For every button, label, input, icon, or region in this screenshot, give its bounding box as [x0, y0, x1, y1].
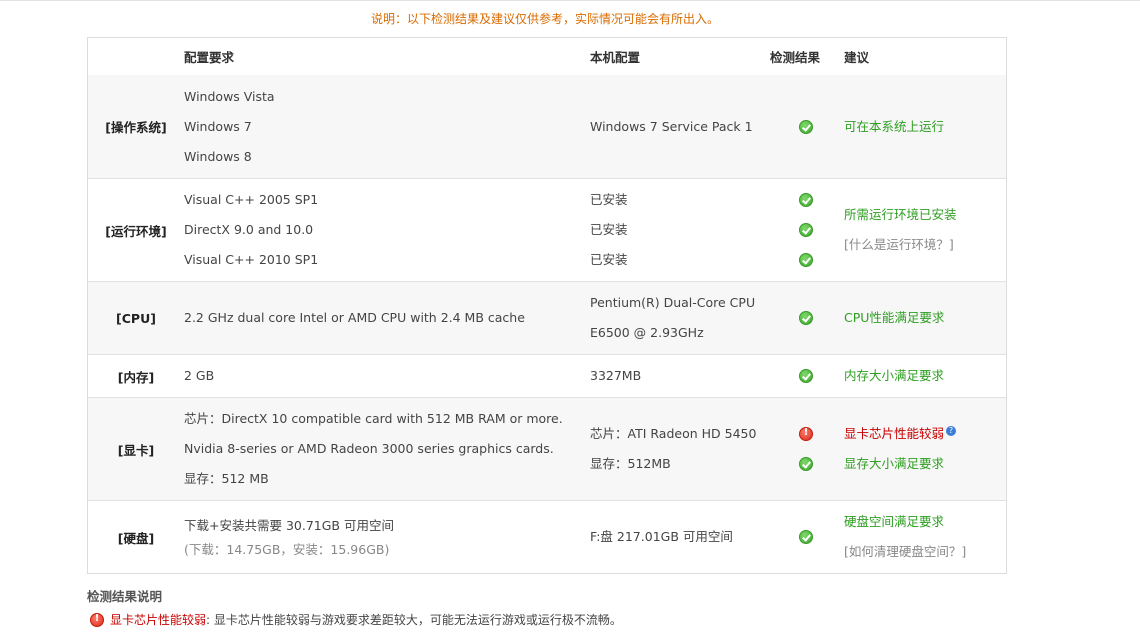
local-config-text: Pentium(R) Dual-Core CPU: [590, 295, 756, 310]
help-icon[interactable]: ?: [946, 425, 957, 436]
result-cell: [770, 398, 842, 500]
advice-text: 内存大小满足要求: [844, 368, 945, 383]
local-config-text: 已安装: [590, 222, 628, 237]
result-cell: [770, 355, 842, 397]
requirement-text: DirectX 9.0 and 10.0: [184, 222, 314, 237]
requirement-text: Visual C++ 2010 SP1: [184, 252, 319, 267]
requirement-text: 2 GB: [184, 368, 215, 383]
requirement-cell: Windows Vista Windows 7 Windows 8: [184, 75, 590, 178]
check-icon: [799, 369, 813, 383]
row-label: [运行环境]: [105, 223, 167, 239]
table-row: [CPU] 2.2 GHz dual core Intel or AMD CPU …: [88, 281, 1006, 354]
warning-icon: [799, 427, 813, 441]
requirement-text: Visual C++ 2005 SP1: [184, 192, 319, 207]
local-config-text: 已安装: [590, 252, 628, 267]
advice-text: 显卡芯片性能较弱?: [844, 419, 1006, 449]
local-config-cell: 芯片：ATI Radeon HD 5450 显存：512MB: [590, 398, 770, 500]
requirement-text: 下载+安装共需要 30.71GB 可用空间: [184, 518, 394, 533]
check-icon: [799, 530, 813, 544]
local-config-cell: F:盘 217.01GB 可用空间: [590, 501, 770, 573]
row-label: [显卡]: [117, 442, 155, 458]
header-requirement: 配置要求: [184, 50, 235, 65]
local-config-cell: 3327MB: [590, 355, 770, 397]
requirement-cell: 2 GB: [184, 355, 590, 397]
notice-text: 说明：以下检测结果及建议仅供参考，实际情况可能会有所出入。: [370, 12, 719, 26]
local-config-text: 芯片：ATI Radeon HD 5450: [590, 426, 757, 441]
advice-cell: CPU性能满足要求: [842, 282, 1006, 354]
warning-icon: [90, 612, 104, 627]
requirement-text: Nvidia 8-series or AMD Radeon 3000 serie…: [184, 441, 554, 456]
row-label: [CPU]: [116, 310, 156, 326]
table-row: [硬盘] 下载+安装共需要 30.71GB 可用空间 (下载：14.75GB，安装：…: [88, 500, 1006, 573]
table-header: 配置要求 本机配置 检测结果 建议: [88, 38, 1006, 75]
check-icon: [799, 193, 813, 207]
top-divider: [0, 0, 1140, 1]
check-icon: [799, 311, 813, 325]
advice-text: 所需运行环境已安装: [844, 207, 957, 222]
local-config-text: F:盘 217.01GB 可用空间: [590, 529, 733, 544]
help-link[interactable]: [如何清理硬盘空间？]: [844, 537, 1006, 567]
header-advice: 建议: [844, 50, 870, 65]
local-config-text: 已安装: [590, 192, 628, 207]
check-icon: [799, 223, 813, 237]
requirements-table: 配置要求 本机配置 检测结果 建议 [操作系统] Windows Vista Win…: [87, 37, 1007, 574]
requirement-text: 2.2 GHz dual core Intel or AMD CPU with …: [184, 310, 525, 325]
explanation-text: : 显卡芯片性能较弱与游戏要求差距较大，可能无法运行游戏或运行极不流畅。: [206, 613, 622, 627]
advice-cell: 显卡芯片性能较弱? 显存大小满足要求: [842, 398, 1006, 500]
result-cell: [770, 501, 842, 573]
local-config-text: 3327MB: [590, 368, 642, 383]
requirement-cell: 2.2 GHz dual core Intel or AMD CPU with …: [184, 282, 590, 354]
requirement-text: Windows Vista: [184, 88, 275, 104]
requirement-subtext: (下载：14.75GB，安装：15.96GB): [184, 542, 390, 557]
result-explanation-item: 显卡芯片性能较弱 : 显卡芯片性能较弱与游戏要求差距较大，可能无法运行游戏或运行…: [90, 611, 622, 628]
requirement-cell: 芯片：DirectX 10 compatible card with 512 M…: [184, 398, 590, 500]
advice-text: 硬盘空间满足要求: [844, 514, 945, 529]
advice-cell: 硬盘空间满足要求 [如何清理硬盘空间？]: [842, 501, 1006, 573]
result-cell: [770, 75, 842, 178]
table-row: [显卡] 芯片：DirectX 10 compatible card with 5…: [88, 397, 1006, 500]
requirement-text: 芯片：DirectX 10 compatible card with 512 M…: [184, 411, 563, 426]
local-config-cell: Windows 7 Service Pack 1: [590, 75, 770, 178]
requirement-text: Windows 8: [184, 148, 252, 164]
row-label: [操作系统]: [105, 120, 167, 135]
requirement-text: Windows 7: [184, 118, 252, 134]
result-explanation-title: 检测结果说明: [87, 589, 163, 604]
advice-cell: 可在本系统上运行: [842, 75, 1006, 178]
local-config-text: 显存：512MB: [590, 456, 671, 471]
header-local: 本机配置: [590, 50, 641, 65]
advice-cell: 内存大小满足要求: [842, 355, 1006, 397]
requirement-text: 显存：512 MB: [184, 471, 269, 486]
check-icon: [799, 119, 813, 134]
advice-text: CPU性能满足要求: [844, 310, 945, 325]
explanation-label: 显卡芯片性能较弱: [110, 613, 207, 627]
advice-cell: 所需运行环境已安装 [什么是运行环境？]: [842, 179, 1006, 281]
requirement-cell: Visual C++ 2005 SP1 DirectX 9.0 and 10.0 V…: [184, 179, 590, 281]
advice-text: 显存大小满足要求: [844, 456, 945, 471]
advice-text: 可在本系统上运行: [844, 118, 945, 134]
check-icon: [799, 253, 813, 267]
header-result: 检测结果: [770, 50, 821, 65]
result-cell: [770, 179, 842, 281]
help-link[interactable]: [什么是运行环境？]: [844, 230, 1006, 260]
check-icon: [799, 457, 813, 471]
row-label: [硬盘]: [117, 530, 155, 546]
local-config-text: Windows 7 Service Pack 1: [590, 118, 753, 134]
table-row: [内存] 2 GB 3327MB 内存大小满足要求: [88, 354, 1006, 397]
row-label: [内存]: [117, 369, 155, 385]
local-config-cell: Pentium(R) Dual-Core CPU E6500 @ 2.93GHz: [590, 282, 770, 354]
local-config-cell: 已安装 已安装 已安装: [590, 179, 770, 281]
result-cell: [770, 282, 842, 354]
requirement-cell: 下载+安装共需要 30.71GB 可用空间 (下载：14.75GB，安装：15.9…: [184, 501, 590, 573]
table-row: [操作系统] Windows Vista Windows 7 Windows 8 Win…: [88, 75, 1006, 178]
local-config-text: E6500 @ 2.93GHz: [590, 325, 704, 340]
table-row: [运行环境] Visual C++ 2005 SP1 DirectX 9.0 and…: [88, 178, 1006, 281]
